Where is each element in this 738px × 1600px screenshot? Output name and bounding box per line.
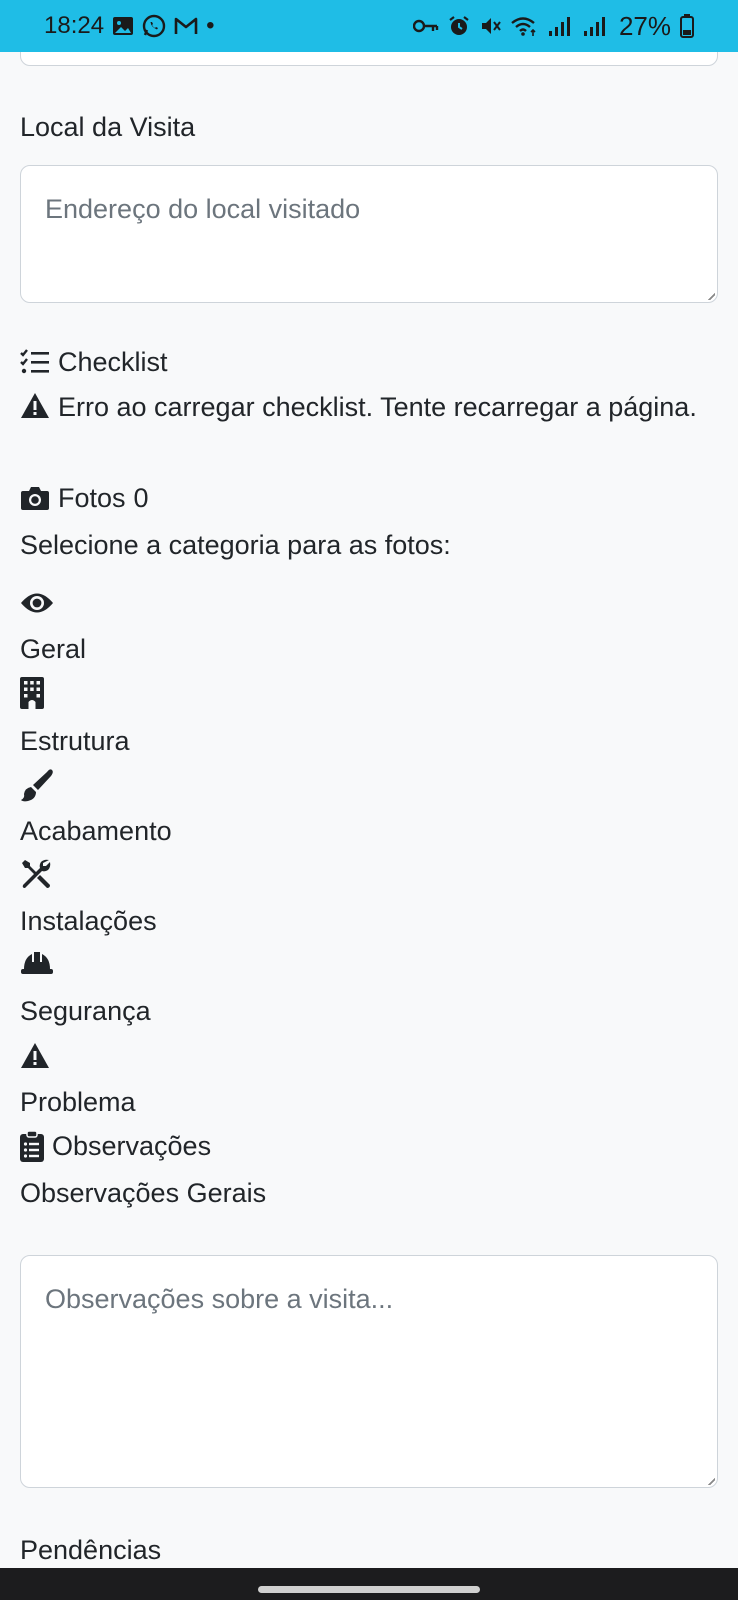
previous-field[interactable] (20, 52, 718, 66)
warning-icon[interactable] (20, 1042, 50, 1074)
status-bar: 18:24 • 27% (0, 0, 738, 52)
resize-handle[interactable] (707, 1477, 715, 1485)
gmail-notification-icon (174, 16, 198, 36)
alarm-icon (448, 15, 470, 37)
observations-placeholder: Observações sobre a visita... (45, 1284, 394, 1314)
category-estrutura[interactable]: Estrutura (20, 724, 130, 758)
more-notifications-dot: • (206, 12, 215, 39)
visit-location-label: Local da Visita (20, 112, 196, 142)
pendencies-label: Pendências (20, 1535, 162, 1565)
clipboard-list-icon (20, 1130, 44, 1162)
checklist-error: Erro ao carregar checklist. Tente recarr… (20, 384, 710, 433)
list-check-icon (20, 349, 50, 375)
camera-icon (20, 485, 50, 511)
system-navigation-bar (0, 1568, 738, 1600)
mute-icon (479, 15, 501, 37)
form-content: Local da Visita Endereço do local visita… (0, 52, 738, 1568)
wifi-icon (510, 15, 538, 37)
home-gesture-handle[interactable] (258, 1586, 480, 1593)
warning-icon (20, 387, 50, 433)
signal-sim1-icon (547, 15, 573, 37)
checklist-title: Checklist (58, 347, 168, 377)
gallery-notification-icon (112, 15, 134, 37)
tools-icon[interactable] (20, 858, 52, 895)
paintbrush-icon[interactable] (20, 769, 54, 808)
category-problema[interactable]: Problema (20, 1085, 136, 1119)
signal-sim2-icon (582, 15, 608, 37)
general-observations-label: Observações Gerais (20, 1178, 267, 1208)
visit-location-textarea[interactable]: Endereço do local visitado (20, 165, 718, 303)
category-instalacoes[interactable]: Instalações (20, 904, 157, 938)
battery-percentage: 27% (618, 10, 671, 41)
whatsapp-notification-icon (142, 14, 166, 38)
category-acabamento[interactable]: Acabamento (20, 814, 172, 848)
visit-location-placeholder: Endereço do local visitado (45, 194, 361, 224)
checklist-heading: Checklist (20, 345, 168, 379)
photos-heading: Fotos 0 (20, 481, 149, 515)
observations-textarea[interactable]: Observações sobre a visita... (20, 1255, 718, 1488)
category-geral[interactable]: Geral (20, 632, 86, 666)
battery-icon (680, 14, 694, 38)
vpn-key-icon (412, 18, 439, 34)
checklist-error-message: Erro ao carregar checklist. Tente recarr… (58, 392, 697, 422)
observations-heading: Observações (20, 1129, 211, 1163)
photo-category-prompt: Selecione a categoria para as fotos: (20, 530, 451, 560)
observations-title: Observações (52, 1131, 212, 1161)
category-seguranca[interactable]: Segurança (20, 994, 151, 1028)
status-time: 18:24 (44, 12, 105, 39)
photos-count: 0 (133, 483, 149, 513)
photos-title: Fotos (58, 483, 126, 513)
building-icon[interactable] (20, 677, 44, 714)
resize-handle[interactable] (707, 292, 715, 300)
eye-icon[interactable] (20, 590, 54, 621)
hard-hat-icon[interactable] (20, 950, 54, 981)
